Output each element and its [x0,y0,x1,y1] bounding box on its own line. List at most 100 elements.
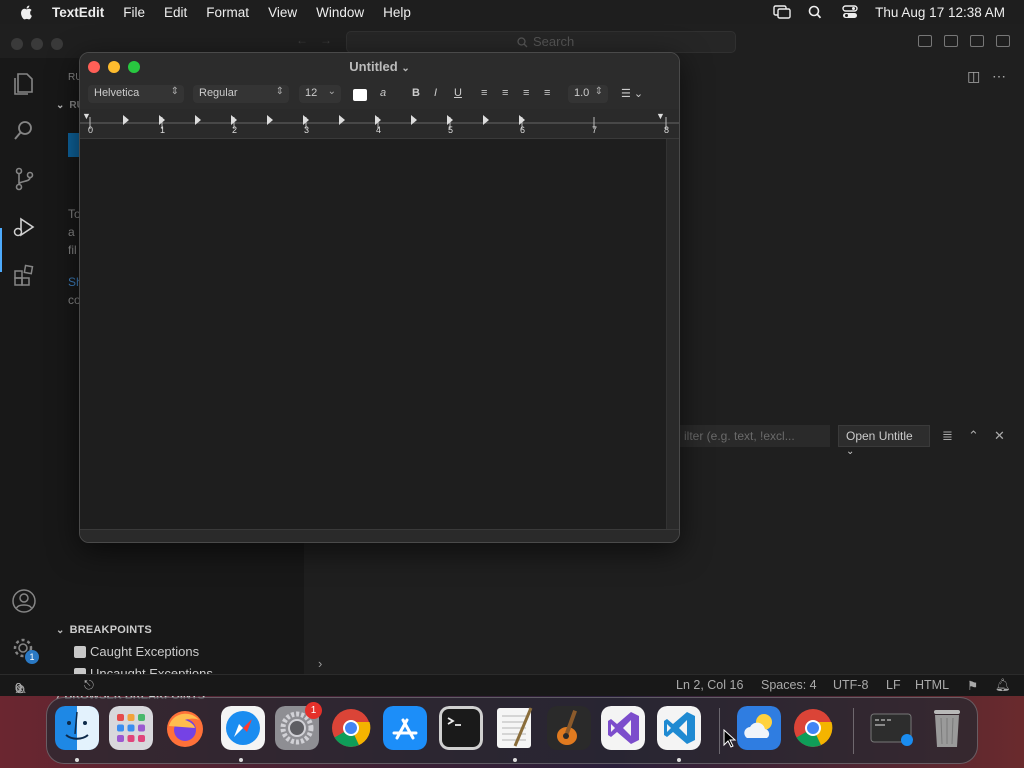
italic-button[interactable]: I [434,87,437,99]
source-control-icon[interactable] [11,166,37,192]
search-icon [517,37,528,48]
customize-layout-icon[interactable] [996,35,1010,47]
breakpoint-caught-exceptions[interactable]: Caught Exceptions [74,644,199,659]
warning-count: 0 [15,681,22,695]
textedit-window: Untitled ⌄ Helvetica ⇕ Regular ⇕ 12 ⌄ a … [79,52,680,543]
cursor-position[interactable]: Ln 2, Col 16 [676,678,743,692]
chevron-right-icon[interactable]: › [318,656,322,671]
chrome-icon[interactable] [791,706,835,750]
ruler-number: 3 [304,125,310,135]
more-actions-icon[interactable]: ⋯ [992,68,1006,84]
back-arrow-icon[interactable]: ← [296,33,308,47]
terminal-icon[interactable] [439,706,483,750]
weather-icon[interactable] [737,706,781,750]
minimized-window-thumbnail[interactable] [869,706,913,750]
text-color-well[interactable] [353,89,367,101]
hint-text-fragment-3: fil [68,243,77,257]
running-indicator [677,758,681,762]
justify-icon[interactable]: ≡ [544,87,550,99]
chrome-icon[interactable] [329,706,373,750]
command-center-search[interactable]: Search [346,31,736,53]
menu-view[interactable]: View [268,5,297,20]
align-left-icon[interactable]: ≡ [481,87,487,99]
output-channel-select[interactable]: Open Untitle ⌄ [838,425,930,457]
menu-file[interactable]: File [123,5,145,20]
word-wrap-icon[interactable]: ≣ [942,428,953,444]
apple-menu-icon[interactable] [19,4,35,20]
menu-window[interactable]: Window [316,5,364,20]
finder-icon[interactable] [55,706,99,750]
chevron-down-icon: ⌄ [846,446,855,457]
document-title[interactable]: Untitled ⌄ [80,59,679,74]
vscode-icon[interactable] [657,706,701,750]
textedit-titlebar: Untitled ⌄ Helvetica ⇕ Regular ⇕ 12 ⌄ a … [80,53,679,109]
line-spacing-popup[interactable]: 1.0 ⇕ [568,85,608,103]
updown-arrow-icon: ⇕ [275,86,284,97]
firefox-icon[interactable] [163,706,207,750]
font-style-value: Regular [199,87,238,99]
app-menu-textedit[interactable]: TextEdit [52,5,104,20]
document-title-text: Untitled [349,59,398,74]
toggle-primary-sidebar-icon[interactable] [918,35,932,47]
close-panel-icon[interactable]: ✕ [994,428,1005,444]
toggle-secondary-sidebar-icon[interactable] [970,35,984,47]
feedback-icon[interactable]: ⚑ [967,678,978,693]
vscode-minimize-button[interactable] [31,38,43,50]
align-center-icon[interactable]: ≡ [502,87,508,99]
bold-button[interactable]: B [412,87,420,99]
align-right-icon[interactable]: ≡ [523,87,529,99]
launchpad-icon[interactable] [109,706,153,750]
spotlight-icon[interactable] [807,5,825,19]
list-bullets-icon[interactable]: ☰ ⌄ [621,87,643,100]
explorer-icon[interactable] [11,70,37,96]
ruler-number: 8 [664,125,670,135]
font-style-popup[interactable]: Regular ⇕ [193,85,289,103]
menu-help[interactable]: Help [383,5,411,20]
trash-icon[interactable] [925,706,969,750]
highlight-color-icon[interactable]: a [380,87,386,99]
accounts-icon[interactable] [11,588,37,614]
checkbox[interactable] [74,645,86,658]
ruler[interactable]: ▼ ▼ 0 1 2 3 4 5 6 7 8 [80,109,679,139]
control-center-icon[interactable] [841,5,859,19]
split-editor-icon[interactable]: ◫ [967,68,980,84]
screen-mirroring-icon[interactable] [773,5,791,19]
app-store-icon[interactable] [383,706,427,750]
updown-arrow-icon: ⇕ [170,86,179,97]
chevron-down-icon: ⌄ [327,86,336,97]
search-placeholder: Search [533,34,575,49]
encoding[interactable]: UTF-8 [833,678,868,692]
font-family-popup[interactable]: Helvetica ⇕ [88,85,184,103]
vscode-zoom-button[interactable] [51,38,63,50]
toggle-panel-icon[interactable] [944,35,958,47]
document-text-area[interactable] [80,139,667,529]
safari-icon[interactable] [221,706,265,750]
live-share-icon[interactable]: ⎋ [84,678,94,693]
vscode-close-button[interactable] [11,38,23,50]
font-size-combo[interactable]: 12 ⌄ [299,85,341,103]
menu-bar-clock[interactable]: Thu Aug 17 12:38 AM [875,5,1005,20]
forward-arrow-icon[interactable]: → [320,33,332,47]
garageband-icon[interactable] [547,706,591,750]
maximize-panel-icon[interactable]: ⌃ [968,428,979,444]
ruler-number: 5 [448,125,454,135]
status-bar: ⊗ 0 ⚠ 0 ⎋ Ln 2, Col 16 Spaces: 4 UTF-8 L… [0,674,1024,696]
end-of-line[interactable]: LF [886,678,901,692]
extensions-icon[interactable] [11,262,37,288]
indentation[interactable]: Spaces: 4 [761,678,817,692]
underline-button[interactable]: U [454,87,462,99]
active-view-indicator [0,228,2,272]
updown-arrow-icon: ⇕ [594,86,603,97]
vertical-scrollbar[interactable] [666,139,679,529]
font-size-value: 12 [305,87,318,99]
textedit-icon[interactable] [493,706,537,750]
menu-edit[interactable]: Edit [164,5,187,20]
menu-format[interactable]: Format [206,5,249,20]
visual-studio-icon[interactable] [601,706,645,750]
breakpoints-section-header[interactable]: ⌄ BREAKPOINTS [56,624,152,636]
output-filter-input[interactable]: ilter (e.g. text, !excl... [680,425,830,447]
run-and-debug-icon[interactable] [11,214,37,240]
language-mode[interactable]: HTML [915,678,949,692]
notifications-bell-icon[interactable]: 🔔︎ [995,678,1011,693]
search-view-icon[interactable] [11,118,37,144]
